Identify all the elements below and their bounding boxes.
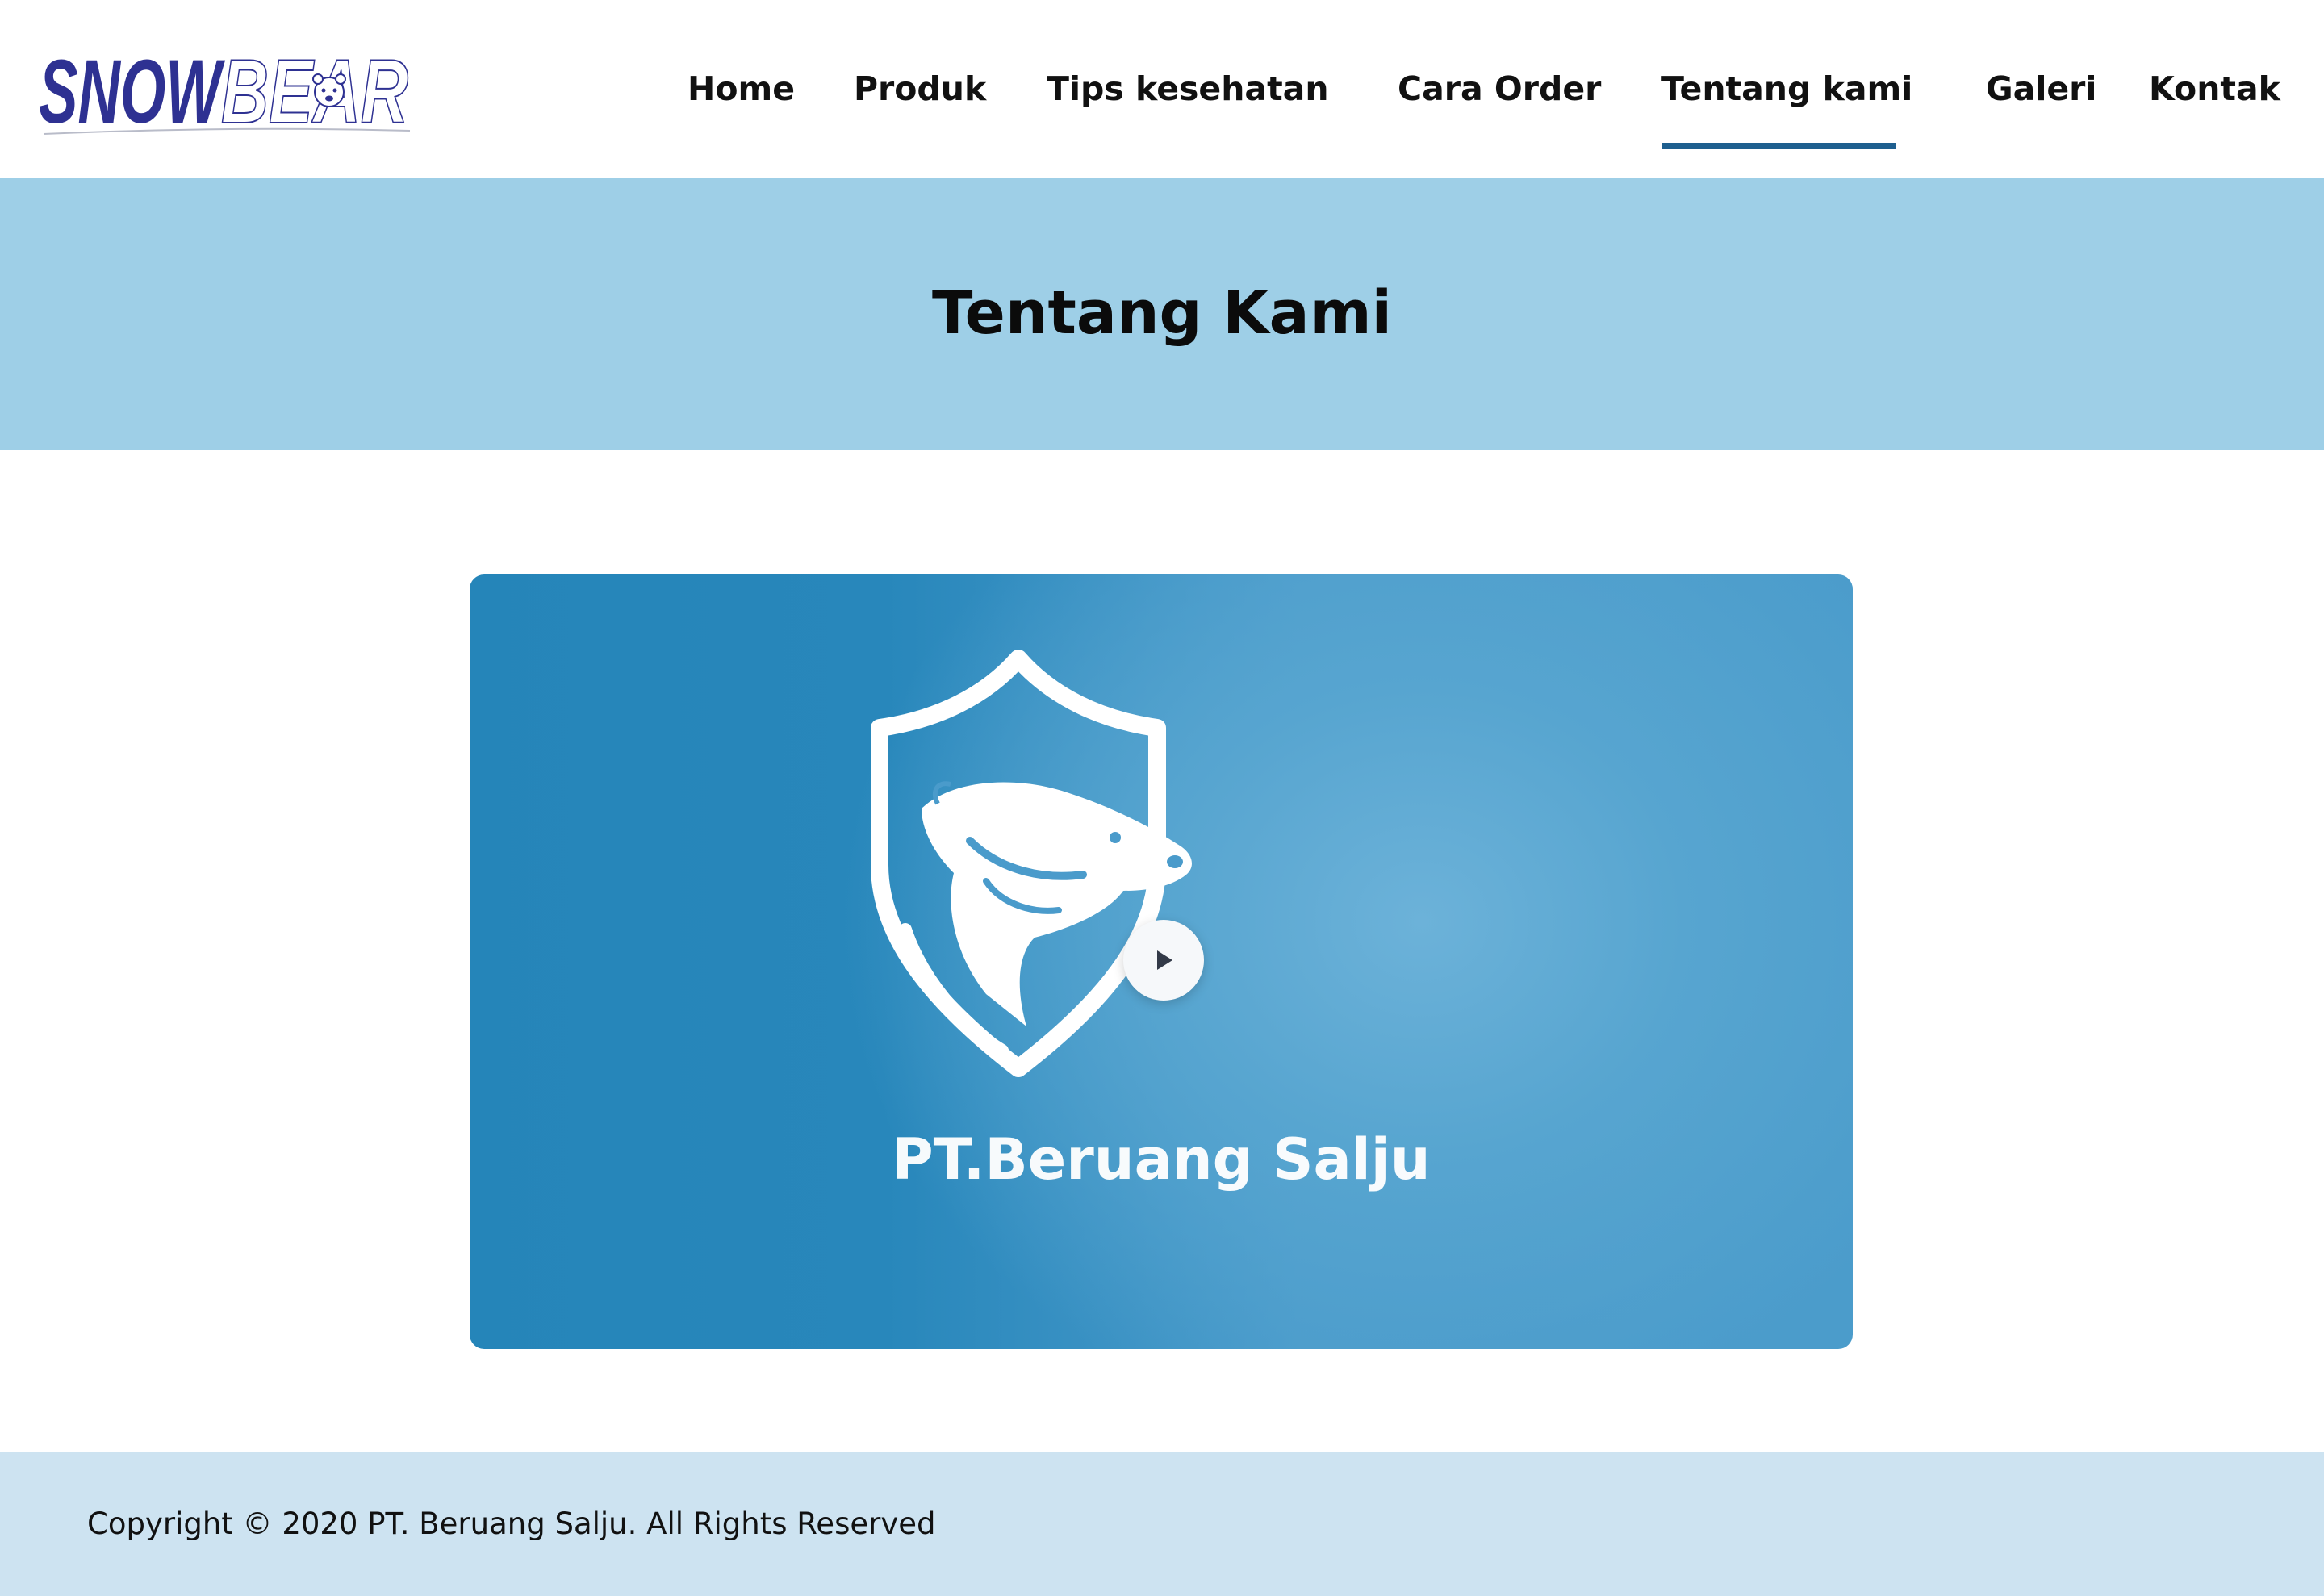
nav-link-tentang-kami[interactable]: Tentang kami (1661, 63, 1912, 115)
bear-head-icon (312, 73, 346, 107)
nav-link-home[interactable]: Home (688, 63, 795, 115)
nav-link-kontak[interactable]: Kontak (2149, 63, 2280, 115)
copyright-text: Copyright © 2020 PT. Beruang Salju. All … (87, 1506, 936, 1541)
active-nav-indicator (1662, 143, 1896, 149)
play-icon (1157, 950, 1172, 970)
snowbear-logo-graphic: SNOW BEAR (39, 40, 411, 139)
nav-link-cara-order[interactable]: Cara Order (1398, 63, 1601, 115)
site-footer: Copyright © 2020 PT. Beruang Salju. All … (0, 1452, 2324, 1596)
nav-link-tips-kesehatan[interactable]: Tips kesehatan (1047, 63, 1329, 115)
play-button[interactable] (1123, 920, 1204, 1001)
site-header: SNOW BEAR Home Produk Tips kesehatan Car… (0, 0, 2324, 178)
video-caption: PT.Beruang Salju (892, 1126, 1431, 1193)
company-video-player[interactable]: PT.Beruang Salju (470, 574, 1853, 1349)
snowbear-logo[interactable]: SNOW BEAR (37, 39, 416, 139)
nav-link-produk[interactable]: Produk (854, 63, 986, 115)
page-title: Tentang Kami (932, 278, 1392, 348)
logo-snow-text: SNOW (39, 41, 225, 139)
page-hero-banner: Tentang Kami (0, 178, 2324, 450)
nav-link-galeri[interactable]: Galeri (1986, 63, 2096, 115)
